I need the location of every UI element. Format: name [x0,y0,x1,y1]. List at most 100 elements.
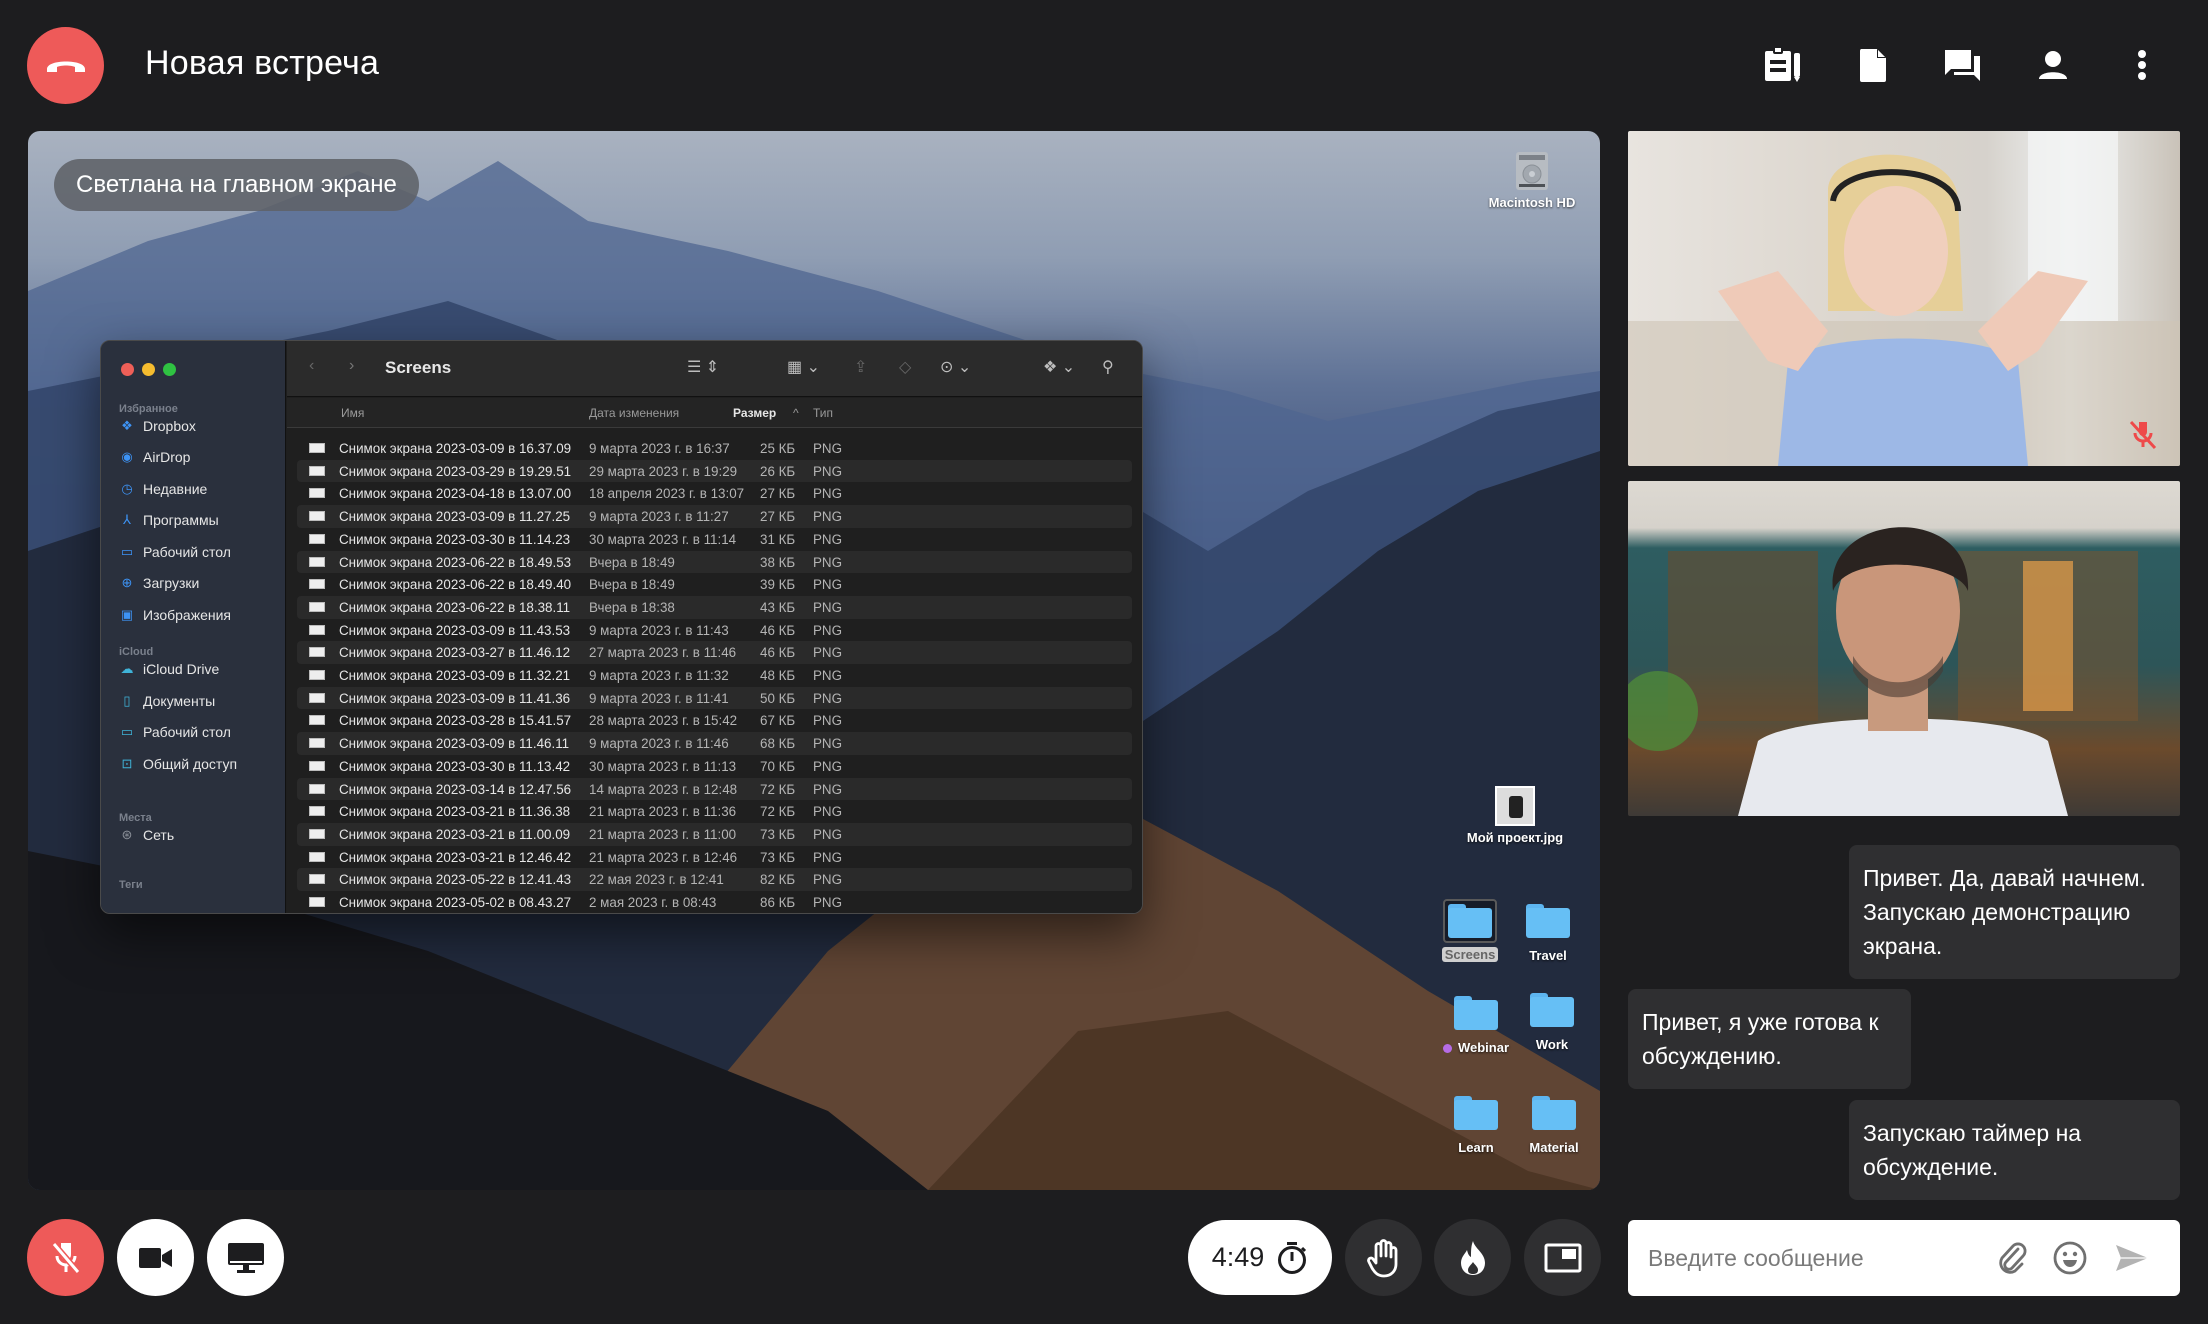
file-date: Вчера в 18:49 [589,577,675,593]
desktop-drive-macintosh-hd[interactable]: Macintosh HD [1477,151,1587,210]
participants-button[interactable] [2028,40,2078,90]
file-row[interactable]: Снимок экрана 2023-06-22 в 18.49.40 Вчера… [297,573,1132,596]
file-row[interactable]: Снимок экрана 2023-05-02 в 08.43.27 2 мая… [297,891,1132,913]
file-size: 43 КБ [760,599,796,615]
file-row[interactable]: Снимок экрана 2023-03-09 в 11.41.36 9 мар… [297,686,1132,710]
file-name: Снимок экрана 2023-03-28 в 15.41.57 [339,713,572,729]
list-view-button[interactable]: ☰ ⇕ [687,357,719,377]
file-size: 82 КБ [760,872,796,888]
tag-button[interactable]: ◇ [899,357,911,377]
close-window-button[interactable] [121,363,134,376]
picture-in-picture-button[interactable] [1524,1219,1601,1296]
participant-video-1[interactable] [1628,131,2180,466]
file-row[interactable]: Снимок экрана 2023-03-27 в 11.46.12 27 ма… [297,641,1132,664]
file-row[interactable]: Снимок экрана 2023-03-21 в 12.46.42 21 ма… [297,846,1132,869]
column-date[interactable]: Дата изменения [589,406,679,420]
file-size: 39 КБ [760,577,796,593]
sidebar-item-network[interactable]: ⊛ Сеть [119,827,175,843]
image-file-icon [309,874,325,885]
more-actions-button[interactable]: ⊙ ⌄ [940,357,971,377]
more-options-button[interactable] [2117,40,2167,90]
file-row[interactable]: Снимок экрана 2023-03-09 в 11.43.53 9 мар… [297,619,1132,642]
dropbox-menu-button[interactable]: ❖ ⌄ [1043,357,1075,377]
file-row[interactable]: Снимок экрана 2023-03-29 в 19.29.51 29 ма… [297,459,1132,483]
minimize-window-button[interactable] [142,363,155,376]
file-name: Снимок экрана 2023-03-09 в 11.46.11 [339,736,570,752]
file-row[interactable]: Снимок экрана 2023-06-22 в 18.38.11 Вчера… [297,595,1132,619]
file-type: PNG [813,531,843,547]
column-name[interactable]: Имя [341,406,364,420]
microphone-toggle-button[interactable] [27,1219,104,1296]
image-thumbnail-icon [1495,786,1535,826]
file-row[interactable]: Снимок экрана 2023-03-09 в 16.37.09 9 мар… [297,437,1132,460]
sidebar-item-downloads[interactable]: ⊕ Загрузки [119,575,200,591]
file-row[interactable]: Снимок экрана 2023-05-22 в 12.41.43 22 ма… [297,868,1132,891]
file-row[interactable]: Снимок экрана 2023-03-09 в 11.32.21 9 мар… [297,664,1132,687]
file-row[interactable]: Снимок экрана 2023-03-28 в 15.41.57 28 ма… [297,709,1132,732]
chat-message-outgoing: Привет. Да, давай начнем. Запускаю демон… [1849,845,2180,979]
file-type: PNG [813,826,843,842]
file-row[interactable]: Снимок экрана 2023-03-30 в 11.14.23 30 ма… [297,528,1132,551]
sidebar-item-icloud-desktop[interactable]: ▭ Рабочий стол [119,724,231,740]
participant-video-2[interactable] [1628,481,2180,816]
back-button[interactable]: ‹ [309,357,314,375]
reaction-button[interactable] [1434,1219,1511,1296]
file-row-partial[interactable] [297,429,1132,437]
image-file-icon [309,556,325,567]
sidebar-item-applications[interactable]: ⅄ Программы [119,512,219,528]
sidebar-item-dropbox[interactable]: ❖ Dropbox [119,418,196,434]
share-screen-button[interactable] [207,1219,284,1296]
share-button[interactable]: ⇪ [854,357,867,377]
file-date: 21 марта 2023 г. в 11:36 [589,804,737,820]
sidebar-item-icloud-drive[interactable]: ☁ iCloud Drive [119,661,220,677]
folder-label: Material [1529,1140,1579,1155]
sort-ascending-icon: ^ [793,406,799,420]
send-icon[interactable] [2114,1240,2150,1276]
file-size: 27 КБ [760,486,796,502]
camera-toggle-button[interactable] [117,1219,194,1296]
file-type: PNG [813,713,843,729]
attach-paperclip-icon[interactable] [1994,1240,2030,1276]
file-name: Снимок экрана 2023-06-22 в 18.49.40 [339,577,572,593]
desktop-folder-travel[interactable]: Travel [1493,904,1600,963]
forward-button[interactable]: › [349,357,354,375]
file-name: Снимок экрана 2023-03-30 в 11.13.42 [339,758,571,774]
file-row[interactable]: Снимок экрана 2023-03-30 в 11.13.42 30 ма… [297,755,1132,778]
sidebar-item-documents[interactable]: ▯ Документы [119,693,215,709]
sidebar-item-pictures[interactable]: ▣ Изображения [119,607,231,623]
file-row[interactable]: Снимок экрана 2023-03-21 в 11.00.09 21 ма… [297,822,1132,846]
notes-button[interactable] [1758,40,1808,90]
sidebar-item-shared[interactable]: ⊡ Общий доступ [119,756,238,772]
globe-icon: ⊛ [121,827,133,842]
document-button[interactable] [1848,40,1898,90]
file-row[interactable]: Снимок экрана 2023-03-09 в 11.46.11 9 мар… [297,732,1132,755]
message-input[interactable] [1648,1220,1948,1296]
desktop-drive-label: Macintosh HD [1488,195,1576,210]
image-file-icon [309,851,325,862]
file-row[interactable]: Снимок экрана 2023-03-21 в 11.36.38 21 ма… [297,800,1132,823]
desktop-file-my-project[interactable]: Мой проект.jpg [1460,786,1570,845]
emoji-icon[interactable] [2052,1240,2088,1276]
sidebar-item-airdrop[interactable]: ◉ AirDrop [119,449,190,465]
search-button[interactable]: ⚲ [1102,357,1114,377]
maximize-window-button[interactable] [163,363,176,376]
file-row[interactable]: Снимок экрана 2023-06-22 в 18.49.53 Вчера… [297,550,1132,574]
chat-button[interactable] [1938,40,1988,90]
sidebar-item-recents[interactable]: ◷ Недавние [119,481,207,497]
file-size: 38 КБ [760,554,796,570]
desktop-folder-material[interactable]: Material [1499,1096,1600,1155]
file-row[interactable]: Снимок экрана 2023-04-18 в 13.07.00 18 ап… [297,482,1132,505]
group-button[interactable]: ▦ ⌄ [787,357,820,377]
discussion-timer[interactable]: 4:49 [1188,1220,1332,1295]
desktop-folder-work[interactable]: Work [1497,993,1600,1052]
end-call-button[interactable] [27,27,104,104]
file-date: 28 марта 2023 г. в 15:42 [589,713,738,729]
raise-hand-button[interactable] [1345,1219,1422,1296]
sidebar-item-desktop[interactable]: ▭ Рабочий стол [119,544,231,560]
file-row[interactable]: Снимок экрана 2023-03-14 в 12.47.56 14 ма… [297,777,1132,801]
file-row[interactable]: Снимок экрана 2023-03-09 в 11.27.25 9 мар… [297,505,1132,528]
column-size[interactable]: Размер [733,406,776,420]
file-date: 30 марта 2023 г. в 11:13 [589,758,737,774]
picture-in-picture-icon [1544,1243,1581,1272]
column-type[interactable]: Тип [813,406,833,420]
